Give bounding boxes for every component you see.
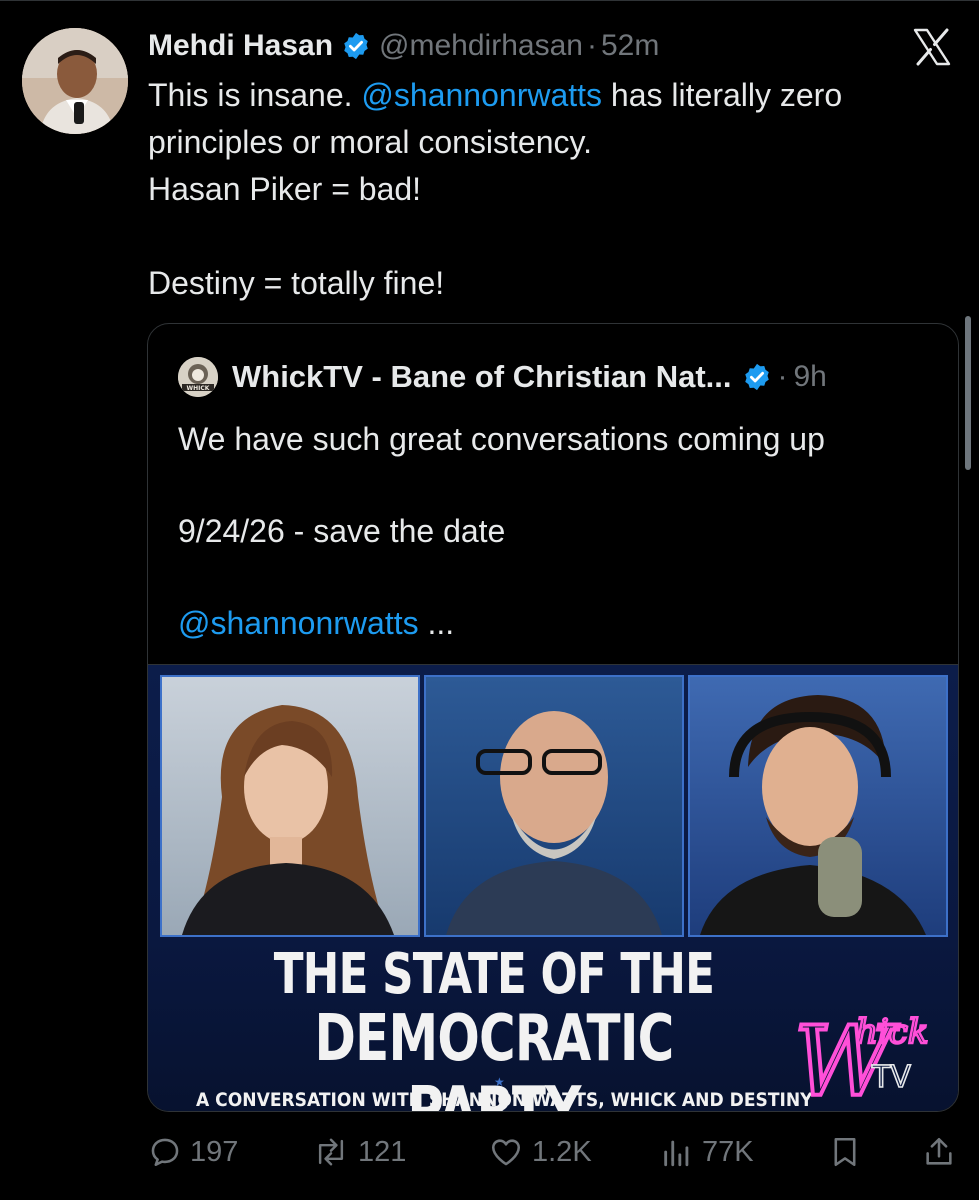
top-divider [0,0,979,1]
repost-icon [318,1138,344,1166]
mention-link[interactable]: @shannonrwatts [361,77,602,113]
tweet-header: Mehdi Hasan @mehdirhasan · 52m [148,26,659,66]
reply-count: 197 [190,1135,239,1168]
repost-count: 121 [358,1135,407,1168]
separator-dot: · [777,360,788,393]
tweet-action-bar: 197 121 1.2K 77K [148,1130,958,1174]
like-button[interactable]: 1.2K [488,1130,592,1174]
x-logo-icon[interactable] [912,28,952,66]
quoted-text-line: 9/24/26 - save the date [178,513,506,549]
author-avatar[interactable] [22,28,128,134]
tweet-text: This is insane. @shannonrwatts has liter… [148,72,948,307]
views-icon [664,1140,689,1167]
tweet-text-line: principles or moral consistency. [148,124,593,160]
tweet-text-line: Hasan Piker = bad! [148,171,422,207]
tweet-time[interactable]: 52m [601,29,659,63]
like-icon [491,1139,521,1166]
quoted-text-blank-line [178,554,938,600]
star-icon: ★ [494,1075,505,1089]
quoted-author-avatar[interactable]: WHICK [178,357,218,397]
quoted-tweet-time[interactable]: 9h [794,360,827,394]
text-fragment: has literally zero [602,77,843,113]
author-handle[interactable]: @mehdirhasan [379,29,583,63]
verified-badge-icon [344,32,368,60]
text-fragment: This is insane. [148,77,362,113]
scrollbar-thumb[interactable] [965,316,971,470]
media-title-line1: THE STATE OF THE [273,942,715,1007]
separator-dot: · [586,29,597,62]
guest-photo-whick [424,675,684,937]
quoted-text-line: @shannonrwatts ... [178,600,938,646]
logo-word-tv: TV [871,1060,911,1095]
bookmark-button[interactable] [828,1130,862,1174]
bookmark-icon [834,1137,856,1167]
repost-button[interactable]: 121 [312,1130,406,1174]
reply-button[interactable]: 197 [148,1130,238,1174]
logo-word-hick: hick [856,1012,928,1052]
whick-tv-logo: W hick TV [794,1004,930,1107]
quoted-tweet[interactable]: WHICK WhickTV - Bane of Christian Nat...… [147,323,959,1112]
verified-badge-icon [744,363,769,391]
reply-icon [151,1138,179,1167]
guest-photo-destiny [688,675,948,937]
guest-photo-shannon [160,675,420,937]
media-subtitle: A CONVERSATION WITH SHANNON WATTS, WHICK… [196,1089,813,1111]
author-name[interactable]: Mehdi Hasan [148,29,333,63]
mention-link[interactable]: @shannonrwatts [178,605,419,641]
quoted-text-line: We have such great conversations coming … [178,421,825,457]
like-count: 1.2K [532,1135,592,1168]
views-count: 77K [702,1135,754,1168]
views-button[interactable]: 77K [660,1130,754,1174]
truncation-ellipsis: ... [418,605,455,641]
tweet-text-line: This is insane. @shannonrwatts has liter… [148,72,948,119]
quoted-avatar-text: WHICK [187,385,210,392]
quoted-text-blank-line [178,462,938,508]
share-button[interactable] [922,1130,956,1174]
quoted-media-image[interactable]: THE STATE OF THE DEMOCRATIC PARTY ★ A CO… [148,664,958,1111]
share-icon [926,1137,952,1165]
quoted-tweet-header: WHICK WhickTV - Bane of Christian Nat...… [178,356,827,398]
quoted-author-name[interactable]: WhickTV - Bane of Christian Nat... [232,359,732,395]
quoted-tweet-text: We have such great conversations coming … [178,416,938,646]
tweet-text-line: Destiny = totally fine! [148,265,445,301]
